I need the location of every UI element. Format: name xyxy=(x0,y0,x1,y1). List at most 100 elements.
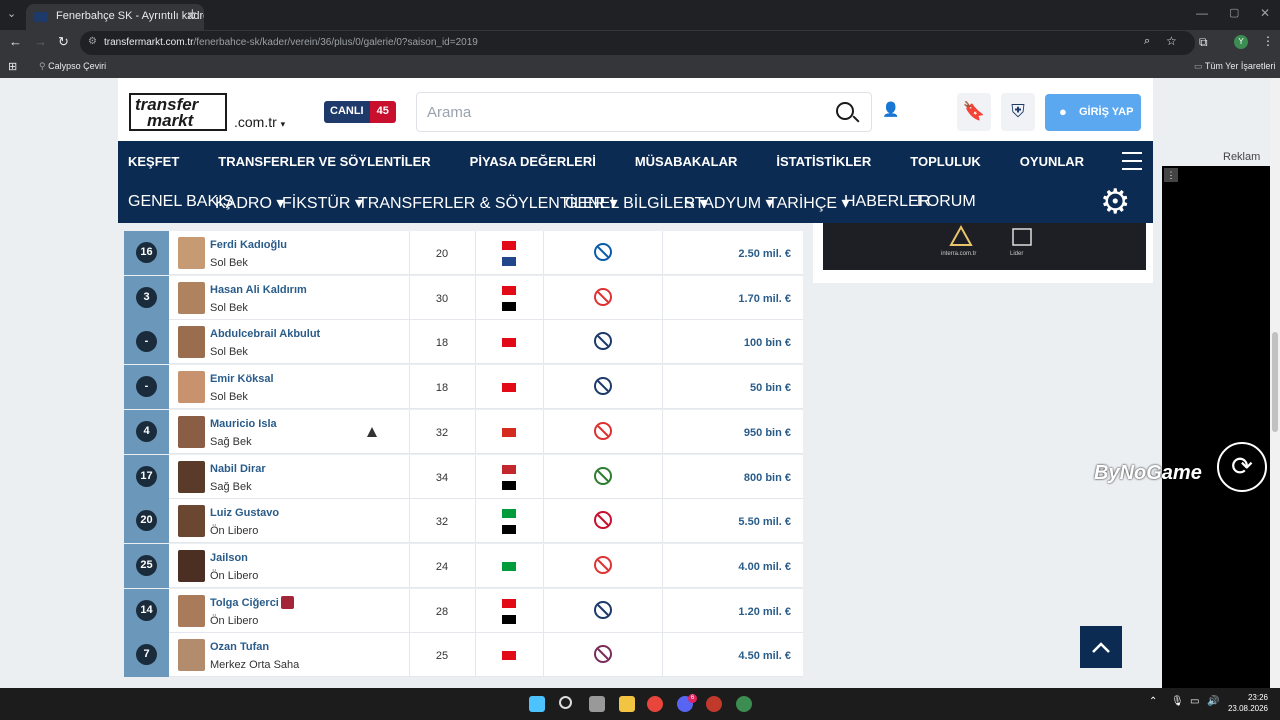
player-name-link[interactable]: Luiz Gustavo xyxy=(210,507,279,519)
nav-item-2[interactable]: PİYASA DEĞERLERİ xyxy=(470,154,596,169)
player-photo[interactable] xyxy=(178,639,205,672)
previous-club-crest-icon[interactable] xyxy=(594,644,612,664)
previous-club-crest-icon[interactable] xyxy=(594,555,612,575)
nav-item-1[interactable]: TRANSFERLER VE SÖYLENTİLER xyxy=(218,154,430,169)
market-value-link[interactable]: 1.20 mil. € xyxy=(684,606,791,618)
market-value-link[interactable]: 4.00 mil. € xyxy=(684,561,791,573)
page-scrollbar[interactable] xyxy=(1270,78,1280,688)
minimize-button[interactable]: — xyxy=(1196,6,1208,20)
scroll-to-top-button[interactable] xyxy=(1080,626,1122,668)
system-clock[interactable]: 23:26 23.08.2026 xyxy=(1228,692,1268,714)
all-bookmarks-folder[interactable]: ▭ Tüm Yer İşaretleri xyxy=(1194,61,1275,72)
nav-item-0[interactable]: KEŞFET xyxy=(128,154,179,169)
player-photo[interactable] xyxy=(178,281,205,314)
task-view-icon[interactable] xyxy=(589,696,605,712)
shield-add-button[interactable]: ⛨ xyxy=(1001,93,1035,131)
bookmark-calypso[interactable]: ⚲ Calypso Çeviri xyxy=(39,61,106,72)
network-icon[interactable]: ▭ xyxy=(1190,696,1199,707)
forward-icon[interactable]: → xyxy=(34,34,47,49)
previous-club-crest-icon[interactable] xyxy=(594,242,612,262)
player-name-link[interactable]: Tolga Ciğerci xyxy=(210,597,279,609)
site-info-icon[interactable]: ⚙ xyxy=(88,36,97,47)
market-value-link[interactable]: 2.50 mil. € xyxy=(684,248,791,260)
domain-selector[interactable]: .com.tr ▾ xyxy=(234,114,285,130)
ad-slot[interactable]: ⋮ xyxy=(1162,166,1270,688)
player-name-link[interactable]: Abdulcebrail Akbulut xyxy=(210,328,320,340)
player-name-link[interactable]: Mauricio Isla xyxy=(210,418,277,430)
market-value-link[interactable]: 100 bin € xyxy=(684,337,791,349)
login-button[interactable]: ● GİRİŞ YAP xyxy=(1045,94,1141,131)
player-name-link[interactable]: Jailson xyxy=(210,552,248,564)
address-bar[interactable]: ⚙ transfermarkt.com.tr/fenerbahce-sk/kad… xyxy=(80,31,1195,55)
previous-club-crest-icon[interactable] xyxy=(594,421,612,441)
previous-club-crest-icon[interactable] xyxy=(594,510,612,530)
nav-item-5[interactable]: TOPLULUK xyxy=(910,154,981,169)
player-photo[interactable] xyxy=(178,505,205,538)
chrome-profile-icon[interactable] xyxy=(736,696,752,712)
player-photo[interactable] xyxy=(178,326,205,359)
transfermarkt-logo[interactable]: transfer markt xyxy=(129,93,227,131)
search-icon[interactable] xyxy=(559,696,572,709)
bookmark-star-icon[interactable]: ☆ xyxy=(1166,34,1177,48)
subnav-squad[interactable]: KADRO ▾ xyxy=(215,193,284,213)
previous-club-crest-icon[interactable] xyxy=(594,376,612,396)
nav-item-6[interactable]: OYUNLAR xyxy=(1020,154,1084,169)
window-close-button[interactable]: ✕ xyxy=(1260,6,1270,20)
settings-gear-icon[interactable]: ⚙ xyxy=(1100,184,1130,220)
reload-icon[interactable]: ↻ xyxy=(58,34,69,50)
player-name-link[interactable]: Nabil Dirar xyxy=(210,463,266,475)
app-icon[interactable] xyxy=(706,696,722,712)
search-input[interactable]: Arama xyxy=(416,92,872,132)
player-name-link[interactable]: Emir Köksal xyxy=(210,373,274,385)
browser-tab[interactable]: Fenerbahçe SK - Ayrıntılı kadro ✕ xyxy=(26,4,204,30)
player-photo[interactable] xyxy=(178,415,205,448)
promo-banner-image[interactable]: interra.com.tr Lider xyxy=(823,223,1146,270)
market-value-link[interactable]: 4.50 mil. € xyxy=(684,650,791,662)
scrollbar-thumb[interactable] xyxy=(1272,332,1278,432)
subnav-history[interactable]: TARİHÇE ▾ xyxy=(768,193,850,213)
chrome-icon[interactable] xyxy=(647,696,663,712)
player-name-link[interactable]: Hasan Ali Kaldırım xyxy=(210,284,307,296)
maximize-button[interactable]: ▢ xyxy=(1229,6,1239,19)
nav-item-3[interactable]: MÜSABAKALAR xyxy=(635,154,738,169)
new-tab-button[interactable]: + xyxy=(188,5,197,22)
player-photo[interactable] xyxy=(178,460,205,493)
nav-item-4[interactable]: İSTATİSTİKLER xyxy=(776,154,871,169)
player-photo[interactable] xyxy=(178,594,205,627)
market-value-link[interactable]: 800 bin € xyxy=(684,472,791,484)
profile-avatar[interactable]: Y xyxy=(1234,35,1248,49)
volume-icon[interactable]: 🔊 xyxy=(1207,696,1219,707)
hamburger-menu-icon[interactable] xyxy=(1122,152,1142,170)
search-icon[interactable] xyxy=(836,102,854,120)
previous-club-crest-icon[interactable] xyxy=(594,466,612,486)
previous-club-crest-icon[interactable] xyxy=(594,287,612,307)
previous-club-crest-icon[interactable] xyxy=(594,600,612,620)
market-value-link[interactable]: 950 bin € xyxy=(684,427,791,439)
market-value-link[interactable]: 50 bin € xyxy=(684,382,791,394)
microphone-icon[interactable]: 🎙 xyxy=(1171,696,1184,707)
market-value-link[interactable]: 5.50 mil. € xyxy=(684,516,791,528)
browser-menu-icon[interactable]: ⋮ xyxy=(1262,34,1274,48)
windows-start-icon[interactable] xyxy=(529,696,545,712)
user-search-button[interactable]: 👤 xyxy=(874,93,908,131)
market-value-link[interactable]: 1.70 mil. € xyxy=(684,293,791,305)
ad-options-icon[interactable]: ⋮ xyxy=(1164,168,1178,182)
watchlist-button[interactable]: 🔖 xyxy=(957,93,991,131)
previous-club-crest-icon[interactable] xyxy=(594,331,612,351)
live-badge[interactable]: CANLI 45 xyxy=(324,101,396,123)
tray-chevron-icon[interactable]: ⌃ xyxy=(1149,696,1157,707)
file-explorer-icon[interactable] xyxy=(619,696,635,712)
tab-list-chevron-icon[interactable]: ⌄ xyxy=(7,7,16,20)
subnav-stadium[interactable]: STADYUM ▾ xyxy=(684,193,774,213)
player-photo[interactable] xyxy=(178,371,205,404)
player-photo[interactable] xyxy=(178,237,205,269)
player-name-link[interactable]: Ozan Tufan xyxy=(210,641,269,653)
extensions-icon[interactable]: ⧉ xyxy=(1199,35,1208,50)
apps-grid-icon[interactable]: ⊞ xyxy=(8,60,17,73)
subnav-forum[interactable]: FORUM xyxy=(917,193,976,211)
subnav-fixtures[interactable]: FİKSTÜR ▾ xyxy=(282,193,363,213)
back-icon[interactable]: ← xyxy=(9,34,22,49)
sync-icon[interactable]: ⟳ xyxy=(1217,442,1267,492)
player-photo[interactable] xyxy=(178,549,205,582)
zoom-icon[interactable]: ⌕ xyxy=(1144,35,1150,48)
